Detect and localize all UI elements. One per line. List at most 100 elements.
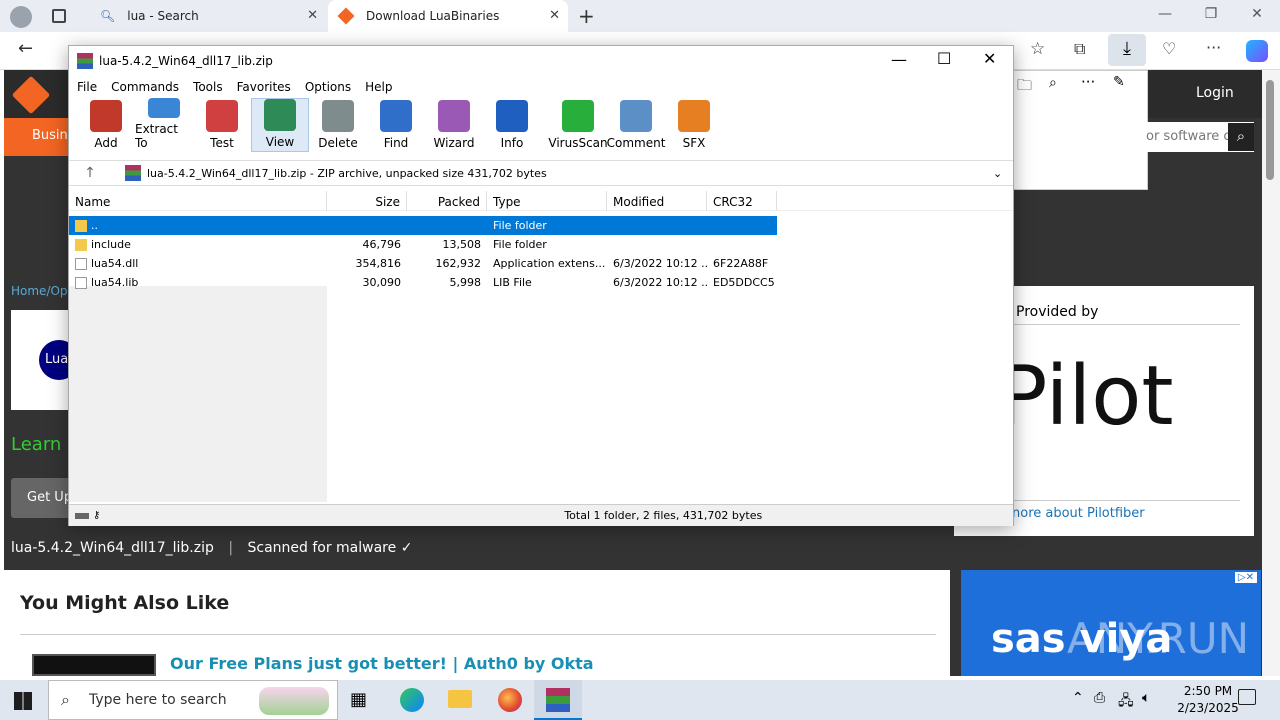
browser-essentials-icon[interactable]: ♡ xyxy=(1162,39,1176,58)
minimize-button[interactable]: — xyxy=(891,50,907,69)
winrar-titlebar[interactable]: lua-5.4.2_Win64_dll17_lib.zip — ☐ ✕ xyxy=(69,46,1013,76)
minimize-button[interactable]: — xyxy=(1142,6,1188,22)
ad-divider xyxy=(1014,500,1240,501)
col-modified[interactable]: Modified xyxy=(607,190,707,211)
toolbar-comment-button[interactable]: Comment xyxy=(607,98,665,152)
col-packed[interactable]: Packed xyxy=(407,190,487,211)
winrar-window: lua-5.4.2_Win64_dll17_lib.zip — ☐ ✕ File… xyxy=(68,45,1014,526)
toolbar-extract-to-button[interactable]: Extract To xyxy=(135,98,193,152)
tab-luabinaries[interactable]: Download LuaBinaries ✕ xyxy=(328,0,568,32)
menu-file[interactable]: File xyxy=(77,80,97,94)
scrollbar-thumb[interactable] xyxy=(1266,80,1274,180)
also-like-section: You Might Also Like Our Free Plans just … xyxy=(4,570,950,676)
volume-icon[interactable]: 🔈︎ xyxy=(1142,690,1150,706)
search-highlight-icon xyxy=(259,687,329,715)
notification-icon[interactable] xyxy=(1238,689,1256,705)
site-logo-icon[interactable] xyxy=(11,75,51,115)
search-icon[interactable]: ⌕ xyxy=(1049,75,1057,91)
file-row[interactable]: lua54.dll 354,816 162,932 Application exten… xyxy=(69,254,777,273)
clock-time[interactable]: 2:50 PM xyxy=(1174,684,1242,698)
learn-more-text[interactable]: Learn r xyxy=(11,434,74,455)
close-icon[interactable]: ✕ xyxy=(549,8,560,23)
file-row[interactable]: .. File folder xyxy=(69,216,777,235)
page-scrollbar[interactable] xyxy=(1262,70,1280,676)
toolbar-sfx-button[interactable]: SFX xyxy=(665,98,723,152)
info-icon xyxy=(496,100,528,132)
menu-options[interactable]: Options xyxy=(305,80,351,94)
related-title-link[interactable]: Our Free Plans just got better! | Auth0 … xyxy=(170,654,594,673)
cell-size: 30,090 xyxy=(362,276,402,289)
get-updates-button[interactable]: Get Up xyxy=(11,478,69,518)
sas-advertisement[interactable]: ▷✕ sas viya ANY.RUN xyxy=(961,570,1261,676)
new-tab-button[interactable]: + xyxy=(578,4,595,28)
file-explorer-icon[interactable] xyxy=(448,690,472,708)
delete-icon xyxy=(322,100,354,132)
toolbar-view-button[interactable]: View xyxy=(251,98,309,152)
maximize-button[interactable]: ☐ xyxy=(937,49,951,68)
archive-icon xyxy=(125,165,141,181)
close-window-button[interactable]: ✕ xyxy=(1234,6,1280,22)
close-button[interactable]: ✕ xyxy=(983,49,996,68)
browser-tab-bar: 🔍︎ lua - Search ✕ Download LuaBinaries ✕… xyxy=(0,0,1280,32)
more-icon[interactable]: ··· xyxy=(1081,73,1095,91)
close-icon[interactable]: ✕ xyxy=(307,8,318,23)
file-row[interactable]: include 46,796 13,508 File folder xyxy=(69,235,777,254)
firefox-icon[interactable] xyxy=(498,688,522,712)
tray-chevron-icon[interactable]: ⌃ xyxy=(1072,690,1084,706)
pin-icon[interactable]: ✎ xyxy=(1113,74,1125,90)
task-view-icon[interactable]: ▦ xyxy=(350,689,367,710)
tray-device-icon[interactable]: ⎙ xyxy=(1094,690,1105,706)
menu-tools[interactable]: Tools xyxy=(193,80,223,94)
archive-path[interactable]: lua-5.4.2_Win64_dll17_lib.zip - ZIP arch… xyxy=(147,167,993,180)
menu-favorites[interactable]: Favorites xyxy=(237,80,291,94)
ad-choices-icon[interactable]: ▷✕ xyxy=(1234,572,1257,583)
collections-icon[interactable]: ⧉ xyxy=(1074,39,1085,59)
toolbar-label: Info xyxy=(500,136,524,150)
nav-business[interactable]: Busin xyxy=(4,118,70,156)
network-icon[interactable]: 🖧︎ xyxy=(1118,690,1134,714)
toolbar-virusscan-button[interactable]: VirusScan xyxy=(548,98,608,152)
col-name[interactable]: Name xyxy=(69,190,327,211)
more-menu-icon[interactable]: ··· xyxy=(1206,38,1221,57)
toolbar-wizard-button[interactable]: Wizard xyxy=(425,98,483,152)
edge-icon[interactable] xyxy=(400,688,424,712)
toolbar-find-button[interactable]: Find xyxy=(367,98,425,152)
folder-icon xyxy=(75,219,87,232)
up-folder-icon[interactable]: ↑ xyxy=(69,165,111,181)
toolbar-delete-button[interactable]: Delete xyxy=(309,98,367,152)
toolbar-test-button[interactable]: Test xyxy=(193,98,251,152)
ad-link[interactable]: nore about Pilotfiber xyxy=(1012,506,1145,521)
back-arrow-icon[interactable]: ← xyxy=(18,38,33,59)
related-thumbnail[interactable] xyxy=(32,654,156,676)
toolbar-info-button[interactable]: Info xyxy=(483,98,541,152)
toolbar-add-button[interactable]: Add xyxy=(77,98,135,152)
cell-type: Application extens... xyxy=(493,257,606,270)
cell-size: 354,816 xyxy=(355,257,402,270)
downloads-button[interactable]: ⤓ xyxy=(1108,34,1146,66)
tab-actions-icon[interactable] xyxy=(52,9,66,23)
copilot-icon[interactable] xyxy=(1246,40,1268,62)
file-icon xyxy=(75,257,87,270)
tab-lua-search[interactable]: 🔍︎ lua - Search ✕ xyxy=(88,0,326,32)
extract-to-icon xyxy=(148,98,180,118)
col-crc32[interactable]: CRC32 xyxy=(707,190,777,211)
login-link[interactable]: Login xyxy=(1196,85,1234,101)
menu-commands[interactable]: Commands xyxy=(111,80,179,94)
col-type[interactable]: Type xyxy=(487,190,607,211)
profile-icon[interactable] xyxy=(10,6,32,28)
taskbar-search-input[interactable]: ⌕ Type here to search xyxy=(48,680,338,720)
chevron-down-icon[interactable]: ⌄ xyxy=(993,167,1013,180)
wizard-icon xyxy=(438,100,470,132)
menu-help[interactable]: Help xyxy=(365,80,392,94)
winrar-taskbar-icon[interactable] xyxy=(534,680,582,720)
col-size[interactable]: Size xyxy=(327,190,407,211)
restore-button[interactable]: ❐ xyxy=(1188,6,1234,22)
browser-side-panel: 🗀 ⌕ ··· ✎ xyxy=(1012,70,1148,190)
toolbar-label: Delete xyxy=(318,136,358,150)
favorites-icon[interactable]: ☆ xyxy=(1030,39,1045,59)
search-button[interactable]: ⌕ xyxy=(1228,123,1254,151)
breadcrumb[interactable]: Home/Op xyxy=(11,284,68,298)
folder-icon[interactable]: 🗀 xyxy=(1017,75,1032,100)
file-row[interactable]: lua54.lib 30,090 5,998 LIB File 6/3/2022 10:… xyxy=(69,273,777,292)
start-icon[interactable] xyxy=(14,692,32,710)
